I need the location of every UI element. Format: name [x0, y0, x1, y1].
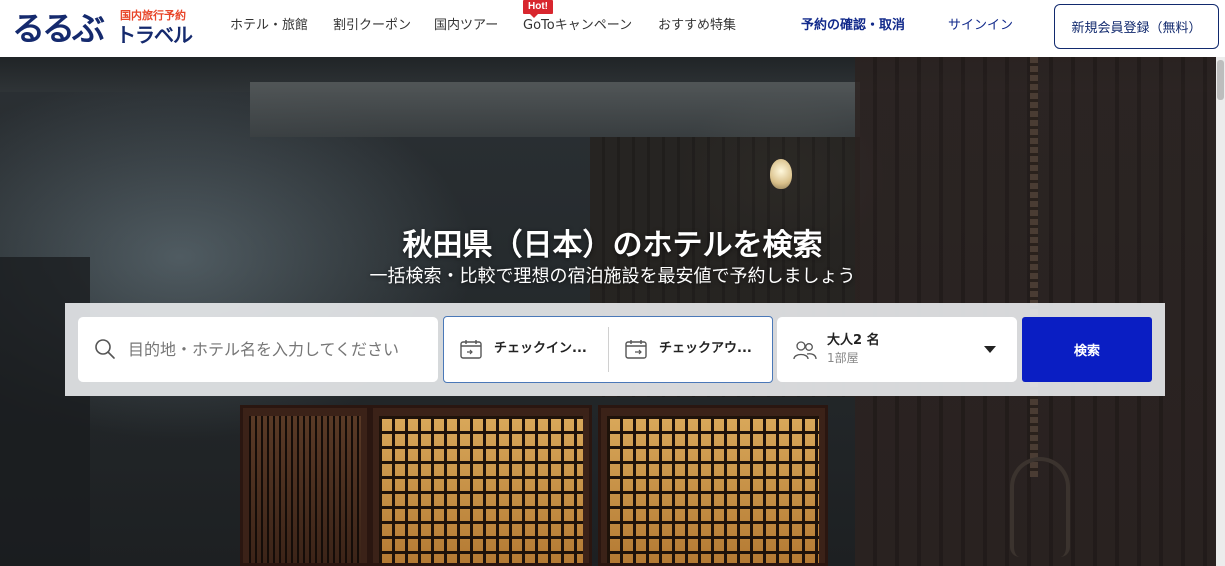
nav-hotels[interactable]: ホテル・旅館: [230, 17, 308, 35]
wooden-beam: [250, 82, 860, 137]
shoji-screen-middle: [370, 405, 592, 566]
logo-travel-text: トラベル: [116, 23, 193, 47]
rurubu-travel-logo[interactable]: るるぶ 国内旅行予約 トラベル: [12, 8, 202, 50]
page-scrollbar[interactable]: [1216, 57, 1225, 566]
nav-domestic-tours[interactable]: 国内ツアー: [434, 17, 498, 35]
destination-input[interactable]: [128, 335, 428, 363]
guest-room-selector[interactable]: 大人2 名 1部屋: [777, 317, 1017, 382]
checkout-label: チェックアウ...: [659, 341, 752, 356]
nav-recommended-features[interactable]: おすすめ特集: [658, 17, 736, 35]
checkin-date-button[interactable]: チェックイン...: [444, 317, 608, 382]
calendar-checkin-icon: [460, 340, 482, 359]
destination-field[interactable]: [78, 317, 438, 382]
scrollbar-thumb[interactable]: [1217, 60, 1224, 100]
nav-coupons[interactable]: 割引クーポン: [333, 17, 411, 35]
chevron-down-icon: [984, 346, 996, 353]
search-icon: [95, 339, 115, 359]
guests-icon: [793, 341, 817, 360]
register-button[interactable]: 新規会員登録（無料）: [1054, 4, 1219, 49]
logo-subtitle: 国内旅行予約: [120, 9, 186, 22]
kettle-hook: [1010, 457, 1070, 557]
light-bulb: [770, 159, 792, 189]
guests-count: 大人2 名: [827, 333, 880, 348]
shoji-screen-left: [240, 405, 370, 566]
hero-section: 秋田県（日本）のホテルを検索 一括検索・比較で理想の宿泊施設を最安値で予約しまし…: [0, 57, 1225, 566]
date-range-picker: チェックイン... チェックアウ...: [443, 316, 773, 383]
search-panel: チェックイン... チェックアウ... 大人2: [65, 303, 1165, 396]
page-subtitle: 一括検索・比較で理想の宿泊施設を最安値で予約しましょう: [369, 266, 856, 287]
rooms-count: 1部屋: [827, 351, 859, 365]
calendar-checkout-icon: [625, 340, 647, 359]
logo-main-text: るるぶ: [12, 9, 105, 48]
search-button[interactable]: 検索: [1022, 317, 1152, 382]
checkout-date-button[interactable]: チェックアウ...: [609, 317, 773, 382]
page-title: 秋田県（日本）のホテルを検索: [402, 228, 823, 263]
site-header: るるぶ 国内旅行予約 トラベル ホテル・旅館 割引クーポン 国内ツアー Hot!…: [0, 0, 1225, 57]
checkin-label: チェックイン...: [494, 341, 587, 356]
signin-link[interactable]: サインイン: [948, 17, 1013, 35]
hot-badge: Hot!: [523, 0, 553, 18]
booking-check-cancel-link[interactable]: 予約の確認・取消: [801, 17, 905, 35]
shoji-screen-right: [598, 405, 828, 566]
nav-goto-campaign[interactable]: GoToキャンペーン: [523, 17, 632, 35]
